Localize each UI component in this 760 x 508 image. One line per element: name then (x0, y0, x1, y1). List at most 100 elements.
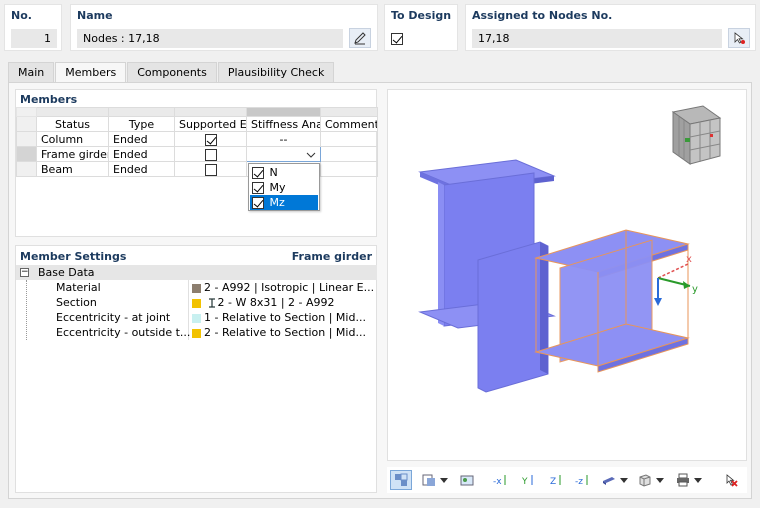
group-label: Base Data (38, 266, 95, 279)
eccentricity-swatch (192, 328, 201, 338)
assigned-label: Assigned to Nodes No. (472, 9, 613, 22)
supported-checkbox[interactable] (204, 133, 217, 146)
row-status: Frame girder (36, 146, 109, 162)
row-comment[interactable] (320, 131, 378, 147)
connection-model-graphic: x y (418, 105, 722, 393)
view-z-button[interactable]: Z (546, 470, 568, 490)
setting-row-eccentricity-joint[interactable]: Eccentricity - at joint 1 - Relative to … (16, 310, 377, 325)
col-comment: Comment (320, 116, 378, 132)
setting-value-wrap: 1 - Relative to Section | Mid... (192, 310, 366, 325)
no-field[interactable]: 1 (11, 29, 57, 48)
supported-checkbox[interactable] (204, 163, 217, 176)
row-type: Ended (108, 131, 175, 147)
setting-label: Section (56, 296, 97, 309)
dropdown-option-mz[interactable]: Mz (250, 195, 318, 210)
pick-nodes-button[interactable] (728, 28, 750, 48)
pick-cursor-icon (734, 32, 745, 44)
display-options-dropdown[interactable] (438, 470, 450, 490)
setting-value-wrap: 2 - Relative to Section | Mid... (192, 325, 366, 340)
render-icon (460, 475, 474, 486)
edit-name-button[interactable] (349, 28, 371, 48)
members-title: Members (20, 93, 78, 106)
caret-down-icon (694, 477, 702, 483)
name-box: Name Nodes : 17,18 (70, 4, 378, 51)
caret-down-icon (620, 477, 628, 483)
setting-row-eccentricity-outside[interactable]: Eccentricity - outside t... 2 - Relative… (16, 325, 377, 340)
tab-plausibility-check[interactable]: Plausibility Check (217, 62, 335, 82)
view-y-icon: Y (521, 475, 533, 487)
edit-pencil-icon (354, 32, 366, 45)
row-comment[interactable] (320, 161, 378, 177)
row-status: Column (36, 131, 109, 147)
setting-value-wrap: 2 - W 8x31 | 2 - A992 (192, 295, 335, 310)
members-section: Members Status Type Supported En Stiffne… (15, 89, 378, 237)
assigned-nodes-field[interactable]: 17,18 (472, 29, 722, 48)
member-settings-title: Member Settings (20, 250, 127, 263)
no-box: No. 1 (4, 4, 62, 51)
render-button[interactable] (456, 470, 478, 490)
name-field[interactable]: Nodes : 17,18 (77, 29, 343, 48)
to-design-box: To Design (384, 4, 458, 51)
view-cube-icon[interactable] (671, 105, 722, 165)
table-row[interactable]: Column Ended -- (16, 131, 378, 147)
select-view-icon (395, 473, 408, 486)
box-view-icon (639, 474, 651, 487)
eccentricity-swatch (192, 313, 201, 323)
stiffness-dropdown[interactable] (246, 146, 321, 162)
reset-view-button[interactable] (720, 470, 742, 490)
print-dropdown[interactable] (692, 470, 704, 490)
transparency-dropdown[interactable] (654, 470, 666, 490)
axis-y-label: y (692, 284, 698, 295)
table-row[interactable]: Beam Ended (16, 161, 378, 177)
assigned-box: Assigned to Nodes No. 17,18 (465, 4, 756, 51)
supported-checkbox[interactable] (204, 148, 217, 161)
members-table: Status Type Supported En Stiffness Analy… (16, 107, 378, 177)
view-z-icon: Z (550, 475, 561, 487)
to-design-label: To Design (391, 9, 452, 22)
col-type: Type (108, 116, 175, 132)
reset-view-icon (726, 474, 738, 487)
row-comment[interactable] (320, 146, 378, 162)
printer-icon (677, 473, 689, 487)
to-design-checkbox[interactable] (391, 33, 403, 45)
view-y-button[interactable]: Y (518, 470, 540, 490)
option-label: N (269, 166, 278, 179)
setting-value: 1 - Relative to Section | Mid... (204, 311, 366, 324)
row-type: Ended (108, 146, 175, 162)
material-swatch (192, 283, 201, 293)
member-settings-section: Member Settings Frame girder − Base Data… (15, 245, 377, 493)
3d-viewport[interactable]: x y (387, 89, 747, 461)
iso-view-dropdown[interactable] (618, 470, 630, 490)
display-options-button[interactable] (418, 470, 440, 490)
setting-row-section[interactable]: Section 2 - W 8x31 | 2 - A992 (16, 295, 377, 310)
dropdown-option-my[interactable]: My (250, 180, 318, 195)
base-data-group[interactable]: − Base Data (16, 265, 377, 280)
option-checkbox[interactable] (252, 197, 264, 209)
tab-bar: Main Members Components Plausibility Che… (8, 62, 335, 83)
no-label: No. (11, 9, 32, 22)
row-type: Ended (108, 161, 175, 177)
setting-row-material[interactable]: Material 2 - A992 | Isotropic | Linear E… (16, 280, 377, 295)
view-x-button[interactable]: -x (490, 470, 512, 490)
setting-value-wrap: 2 - A992 | Isotropic | Linear E... (192, 280, 374, 295)
tab-components[interactable]: Components (127, 62, 217, 82)
tab-main[interactable]: Main (8, 62, 55, 82)
table-row[interactable]: Frame girder Ended (16, 146, 378, 162)
tab-members[interactable]: Members (55, 62, 127, 83)
i-section-icon (208, 298, 215, 308)
name-label: Name (77, 9, 113, 22)
option-checkbox[interactable] (252, 182, 264, 194)
svg-text:-z: -z (575, 477, 583, 487)
display-options-icon (422, 474, 435, 486)
select-view-button[interactable] (390, 470, 412, 490)
view-minus-z-button[interactable]: -z (572, 470, 594, 490)
iso-view-button[interactable] (598, 470, 620, 490)
iso-view-icon (603, 477, 615, 485)
dropdown-option-n[interactable]: N (250, 165, 318, 180)
print-button[interactable] (672, 470, 694, 490)
transparency-button[interactable] (634, 470, 656, 490)
row-stiffness[interactable]: -- (246, 131, 321, 147)
collapse-icon[interactable]: − (20, 268, 29, 277)
option-checkbox[interactable] (252, 167, 264, 179)
member-settings-context: Frame girder (291, 250, 372, 263)
